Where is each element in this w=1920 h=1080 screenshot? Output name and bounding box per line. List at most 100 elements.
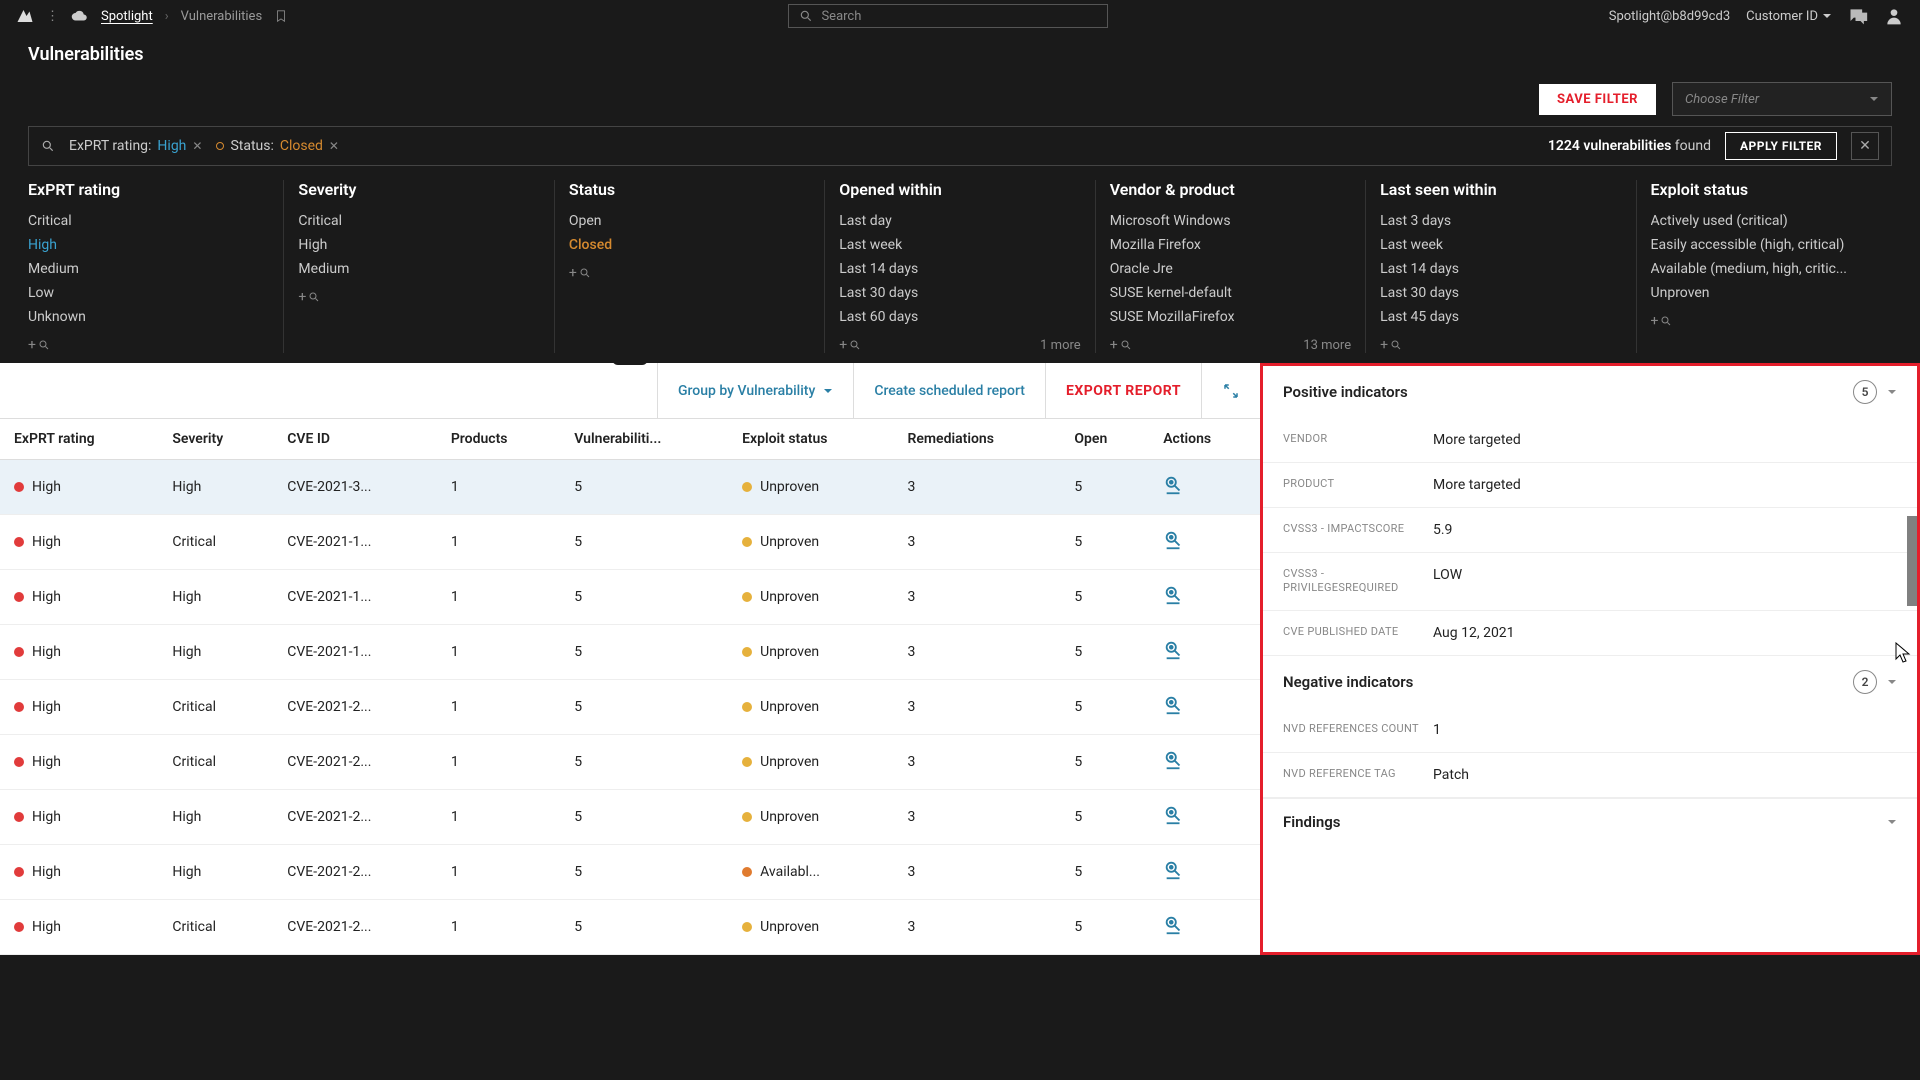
page-title: Vulnerabilities [28,44,144,65]
column-header[interactable]: Open [1060,419,1149,460]
view-hosts-icon[interactable] [1163,529,1185,551]
table-row[interactable]: HighCriticalCVE-2021-2...15Unproven35 [0,735,1260,790]
expand-columns-button[interactable] [1201,363,1260,418]
bookmark-icon[interactable] [274,9,288,23]
facet-option[interactable]: Last 60 days [839,305,1080,329]
facet-option[interactable]: Microsoft Windows [1110,209,1351,233]
column-header[interactable]: Vulnerabiliti... [560,419,728,460]
filter-chip-status[interactable]: Status: Closed ✕ [216,138,339,154]
facet-add-button[interactable]: + [839,337,861,353]
column-header[interactable]: Products [437,419,560,460]
view-hosts-icon[interactable] [1163,694,1185,716]
user-icon[interactable] [1884,6,1904,26]
column-header[interactable]: Severity [158,419,273,460]
column-header[interactable]: ExPRT rating [0,419,158,460]
facet-option[interactable]: Mozilla Firefox [1110,233,1351,257]
table-row[interactable]: HighHighCVE-2021-2...15Availabl...35 [0,845,1260,900]
facet-more-link[interactable]: 1 more [1040,338,1081,353]
table-row[interactable]: HighHighCVE-2021-2...15Unproven35 [0,790,1260,845]
facet-option[interactable]: Critical [28,209,269,233]
table-row[interactable]: HighCriticalCVE-2021-1...15Unproven35 [0,515,1260,570]
facet-option[interactable]: Unproven [1651,281,1892,305]
facet-option[interactable]: Last 45 days [1380,305,1621,329]
view-hosts-icon[interactable] [1163,804,1185,826]
export-report-button[interactable]: EXPORT REPORT [1045,363,1201,418]
facet-option[interactable]: Critical [298,209,539,233]
choose-filter-dropdown[interactable]: Choose Filter [1672,82,1892,116]
facet-option[interactable]: SUSE kernel-default [1110,281,1351,305]
facet-option[interactable]: Closed [569,233,810,257]
positive-indicators-header[interactable]: Positive indicators 5 [1263,366,1917,418]
facet-option[interactable]: Last day [839,209,1080,233]
facet-option[interactable]: Last week [1380,233,1621,257]
global-search[interactable]: Search [788,4,1108,28]
facet-option[interactable]: High [298,233,539,257]
facet-option[interactable]: Oracle Jre [1110,257,1351,281]
negative-indicators-header[interactable]: Negative indicators 2 [1263,656,1917,708]
breadcrumb-root[interactable]: Spotlight [101,9,153,24]
customer-id-dropdown[interactable]: Customer ID [1746,9,1832,24]
facet-option[interactable]: Last 30 days [839,281,1080,305]
chevron-down-icon [1869,94,1879,104]
logo-icon [16,7,34,25]
findings-header[interactable]: Findings [1263,798,1917,845]
facet-option[interactable]: Medium [28,257,269,281]
chat-icon[interactable] [1848,6,1868,26]
create-scheduled-report-button[interactable]: Create scheduled report [853,363,1045,418]
view-hosts-icon[interactable] [1163,639,1185,661]
view-hosts-icon[interactable] [1163,584,1185,606]
page-header: Vulnerabilities [0,32,1920,76]
apply-filter-button[interactable]: APPLY FILTER [1725,132,1837,160]
facet-option[interactable]: Easily accessible (high, critical) [1651,233,1892,257]
table-row[interactable]: HighHighCVE-2021-3...15Unproven35 [0,460,1260,515]
view-hosts-icon[interactable] [1163,474,1185,496]
filter-chip-exprt[interactable]: ExPRT rating: High ✕ [69,138,202,154]
facet-option[interactable]: High [28,233,269,257]
facet-option[interactable]: SUSE MozillaFirefox [1110,305,1351,329]
facet-more-link[interactable]: 13 more [1303,338,1351,353]
table-row[interactable]: HighHighCVE-2021-1...15Unproven35 [0,570,1260,625]
collapse-facets-button[interactable] [612,363,648,365]
facet-add-button[interactable]: + [1380,337,1402,353]
indicator-count-badge: 5 [1853,380,1877,404]
view-hosts-icon[interactable] [1163,749,1185,771]
chevron-down-icon[interactable] [1887,677,1897,687]
view-hosts-icon[interactable] [1163,914,1185,936]
scrollbar-thumb[interactable] [1907,516,1917,606]
facet-option[interactable]: Available (medium, high, critic... [1651,257,1892,281]
facet-option[interactable]: Medium [298,257,539,281]
remove-chip-icon[interactable]: ✕ [192,139,202,153]
facet-option[interactable]: Open [569,209,810,233]
facet-option[interactable]: Last 3 days [1380,209,1621,233]
facet-add-button[interactable]: + [1110,337,1132,353]
facet-option[interactable]: Last week [839,233,1080,257]
column-header[interactable]: Exploit status [728,419,893,460]
column-header[interactable]: Remediations [893,419,1060,460]
view-hosts-icon[interactable] [1163,859,1185,881]
save-filter-button[interactable]: SAVE FILTER [1539,84,1656,115]
group-by-dropdown[interactable]: Group by Vulnerability [657,363,853,418]
column-header[interactable]: Actions [1149,419,1260,460]
table-row[interactable]: HighCriticalCVE-2021-2...15Unproven35 [0,680,1260,735]
detail-value: More targeted [1433,477,1897,493]
facet-add-button[interactable]: + [298,289,320,305]
facet-add-button[interactable]: + [1651,313,1673,329]
facet-option[interactable]: Low [28,281,269,305]
facet-column: Last seen withinLast 3 daysLast weekLast… [1366,180,1636,353]
facet-option[interactable]: Last 30 days [1380,281,1621,305]
column-header[interactable]: CVE ID [273,419,437,460]
chevron-down-icon[interactable] [1887,387,1897,397]
facet-option[interactable]: Last 14 days [1380,257,1621,281]
table-row[interactable]: HighHighCVE-2021-1...15Unproven35 [0,625,1260,680]
cloud-icon[interactable] [71,7,89,25]
mouse-cursor-icon [1895,642,1913,666]
chevron-down-icon[interactable] [1887,817,1897,827]
facet-add-button[interactable]: + [569,265,591,281]
table-row[interactable]: HighCriticalCVE-2021-2...15Unproven35 [0,900,1260,955]
facet-option[interactable]: Unknown [28,305,269,329]
facet-option[interactable]: Last 14 days [839,257,1080,281]
facet-option[interactable]: Actively used (critical) [1651,209,1892,233]
clear-filters-button[interactable]: ✕ [1851,132,1879,160]
facet-add-button[interactable]: + [28,337,50,353]
remove-chip-icon[interactable]: ✕ [329,139,339,153]
